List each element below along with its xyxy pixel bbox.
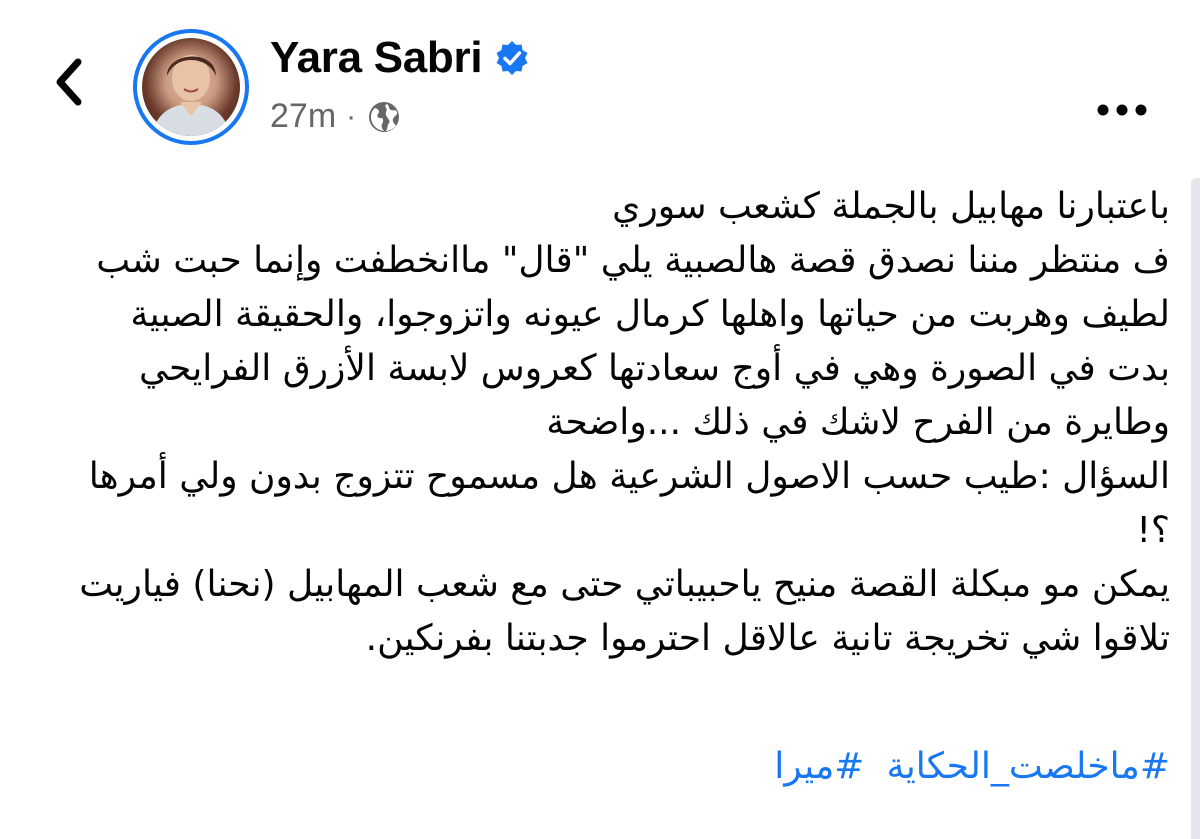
- post-text: باعتبارنا مهابيل بالجملة كشعب سوري ف منت…: [60, 180, 1170, 666]
- hashtag-link[interactable]: #ميرا: [774, 740, 864, 794]
- more-options-button[interactable]: [1094, 90, 1150, 130]
- back-button[interactable]: [44, 50, 94, 114]
- post-paragraph: السؤال :طيب حسب الاصول الشرعية هل مسموح …: [88, 456, 1170, 551]
- avatar: [142, 38, 240, 136]
- globe-icon[interactable]: [366, 99, 402, 135]
- author-row: Yara Sabri: [270, 36, 530, 80]
- timestamp[interactable]: 27m: [270, 97, 336, 136]
- verified-badge-icon: [496, 41, 528, 75]
- post-paragraph: يمكن مو مبكلة القصة منيح ياحبيباتي حتى م…: [79, 564, 1170, 659]
- author-avatar-ring[interactable]: [133, 29, 249, 145]
- chevron-left-icon: [56, 58, 82, 106]
- more-horizontal-icon: [1097, 104, 1147, 116]
- post-paragraph: ف منتظر مننا نصدق قصة هالصبية يلي "قال" …: [96, 240, 1170, 443]
- post-meta: 27m ·: [270, 97, 402, 136]
- post-paragraph: باعتبارنا مهابيل بالجملة كشعب سوري: [612, 186, 1170, 227]
- hashtag-list: #ماخلصت_الحكاية #ميرا: [774, 740, 1170, 794]
- scrollbar[interactable]: [1191, 178, 1200, 839]
- author-name[interactable]: Yara Sabri: [270, 36, 483, 80]
- post-screen: Yara Sabri 27m · باعتبارنا مهابيل بالجمل…: [0, 0, 1200, 839]
- hashtag-link[interactable]: #ماخلصت_الحكاية: [886, 740, 1170, 794]
- meta-separator: ·: [346, 99, 357, 133]
